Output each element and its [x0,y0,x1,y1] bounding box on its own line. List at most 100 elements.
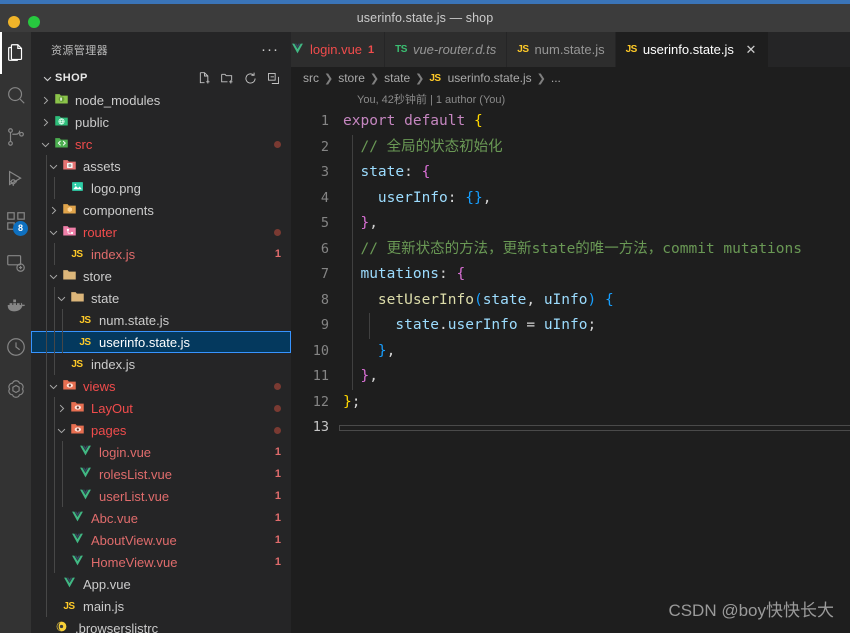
chevron-right-icon[interactable] [39,117,52,128]
tree-folder-row[interactable]: router [31,221,291,243]
new-folder-icon[interactable] [219,70,235,86]
tree-item-label: index.js [91,246,136,262]
tree-folder-row[interactable]: store [31,265,291,287]
tree-file-row[interactable]: JS index.js 1 [31,243,291,265]
code-indent-guide [352,134,353,390]
js-file-icon: JS [71,358,83,370]
tree-folder-row[interactable]: node_modules [31,89,291,111]
close-icon[interactable]: ✕ [744,42,758,58]
maximize-button[interactable] [28,16,40,28]
activity-item-source-control[interactable] [0,116,31,158]
file-tree: node_modules public src assets logo.png compo… [31,89,291,633]
editor-tab[interactable]: JS num.state.js [507,32,616,67]
tree-file-row[interactable]: userList.vue 1 [31,485,291,507]
chevron-down-icon[interactable] [47,381,60,392]
editor-tab[interactable]: JS userinfo.state.js ✕ [615,32,769,67]
activity-item-copilot[interactable] [0,368,31,410]
workspace-name: SHOP [55,72,88,84]
activity-item-docker[interactable] [0,284,31,326]
breadcrumb-segment[interactable]: userinfo.state.js [448,71,532,85]
tab-file-icon [291,42,304,58]
chevron-down-icon[interactable] [47,161,60,172]
js-file-icon: JS [517,44,529,55]
chevron-down-icon[interactable] [47,271,60,282]
editor-tab[interactable]: login.vue 1 [291,32,386,67]
activity-item-remote-explorer[interactable] [0,242,31,284]
code-token: mutations [360,266,440,282]
new-file-icon[interactable] [196,70,212,86]
code-token: } [360,368,370,384]
chevron-down-icon[interactable] [47,227,60,238]
chevron-right-icon[interactable] [39,95,52,106]
chevron-right-icon[interactable] [47,205,60,216]
code-token: uInfo [543,317,588,333]
code-line-text: }, [343,339,850,365]
tree-folder-row[interactable]: pages [31,419,291,441]
remote-explorer-icon [5,252,27,274]
tree-folder-row[interactable]: assets [31,155,291,177]
code-token: state [395,317,440,333]
tree-folder-row[interactable]: public [31,111,291,133]
tree-file-row[interactable]: HomeView.vue 1 [31,551,291,573]
minimize-button[interactable] [8,16,20,28]
activity-item-explorer[interactable] [0,32,31,74]
breadcrumb-segment[interactable]: src [303,71,319,85]
chevron-right-icon[interactable] [55,403,68,414]
tree-file-row[interactable]: logo.png [31,177,291,199]
chevron-down-icon[interactable] [55,293,68,304]
tab-problem-badge: 1 [368,43,375,56]
code-token: uInfo [543,291,588,308]
editor-tab-bar: login.vue 1 TS vue-router.d.ts JS num.state.j… [291,32,850,67]
chevron-down-icon [39,70,55,86]
breadcrumb-segment[interactable]: store [338,71,365,85]
code-editor[interactable]: You, 42秒钟前 | 1 author (You) 1 export defa… [291,89,850,609]
file-type-icon [52,135,70,153]
chevron-down-icon[interactable] [55,425,68,436]
file-type-icon [68,289,86,307]
collapse-all-icon[interactable] [265,70,281,86]
workspace-section-header[interactable]: SHOP [31,67,291,89]
problem-count-badge: 1 [274,248,281,260]
line-number: 13 [312,419,329,435]
file-type-icon [60,377,78,395]
indent-guide [54,177,55,199]
activity-item-timeline[interactable] [0,326,31,368]
explorer-more-actions-button[interactable]: ··· [253,42,287,57]
tree-file-row[interactable]: JS index.js [31,353,291,375]
activity-item-extensions[interactable]: 8 [0,200,31,242]
code-token: : [439,266,457,282]
code-token: { [421,164,431,180]
refresh-icon[interactable] [242,70,258,86]
line-number: 10 [312,342,329,359]
tree-file-row[interactable]: JS userinfo.state.js [31,331,291,353]
tree-folder-row[interactable]: views [31,375,291,397]
tree-folder-row[interactable]: src [31,133,291,155]
breadcrumb: src ❯ store ❯ state ❯ JS userinfo.state.js ❯... [291,67,850,89]
tree-file-row[interactable]: JS num.state.js [31,309,291,331]
tree-file-row[interactable]: AboutView.vue 1 [31,529,291,551]
tree-file-row[interactable]: JS main.js [31,595,291,617]
vue-file-icon [71,510,84,526]
tree-file-row[interactable]: Abc.vue 1 [31,507,291,529]
tree-folder-row[interactable]: components [31,199,291,221]
tree-file-row[interactable]: App.vue [31,573,291,595]
tree-file-row[interactable]: .browserslistrc [31,617,291,633]
breadcrumb-segment[interactable]: state [384,71,410,85]
activity-item-search[interactable] [0,74,31,116]
image-file-icon [71,180,84,196]
title-bar: userinfo.state.js — shop [0,4,850,32]
chevron-down-icon[interactable] [39,139,52,150]
tree-item-label: state [91,290,120,306]
tree-item-label: App.vue [83,576,131,592]
activity-item-run-debug[interactable] [0,158,31,200]
tree-item-label: pages [91,422,127,438]
tree-folder-row[interactable]: state [31,287,291,309]
tree-item-label: router [83,224,117,240]
editor-tab[interactable]: TS vue-router.d.ts [385,32,508,67]
tree-file-row[interactable]: rolesList.vue 1 [31,463,291,485]
file-type-icon [60,576,78,592]
tree-folder-row[interactable]: LayOut [31,397,291,419]
code-token: ; [351,393,361,410]
breadcrumb-segment[interactable]: ... [551,71,561,85]
tree-file-row[interactable]: login.vue 1 [31,441,291,463]
